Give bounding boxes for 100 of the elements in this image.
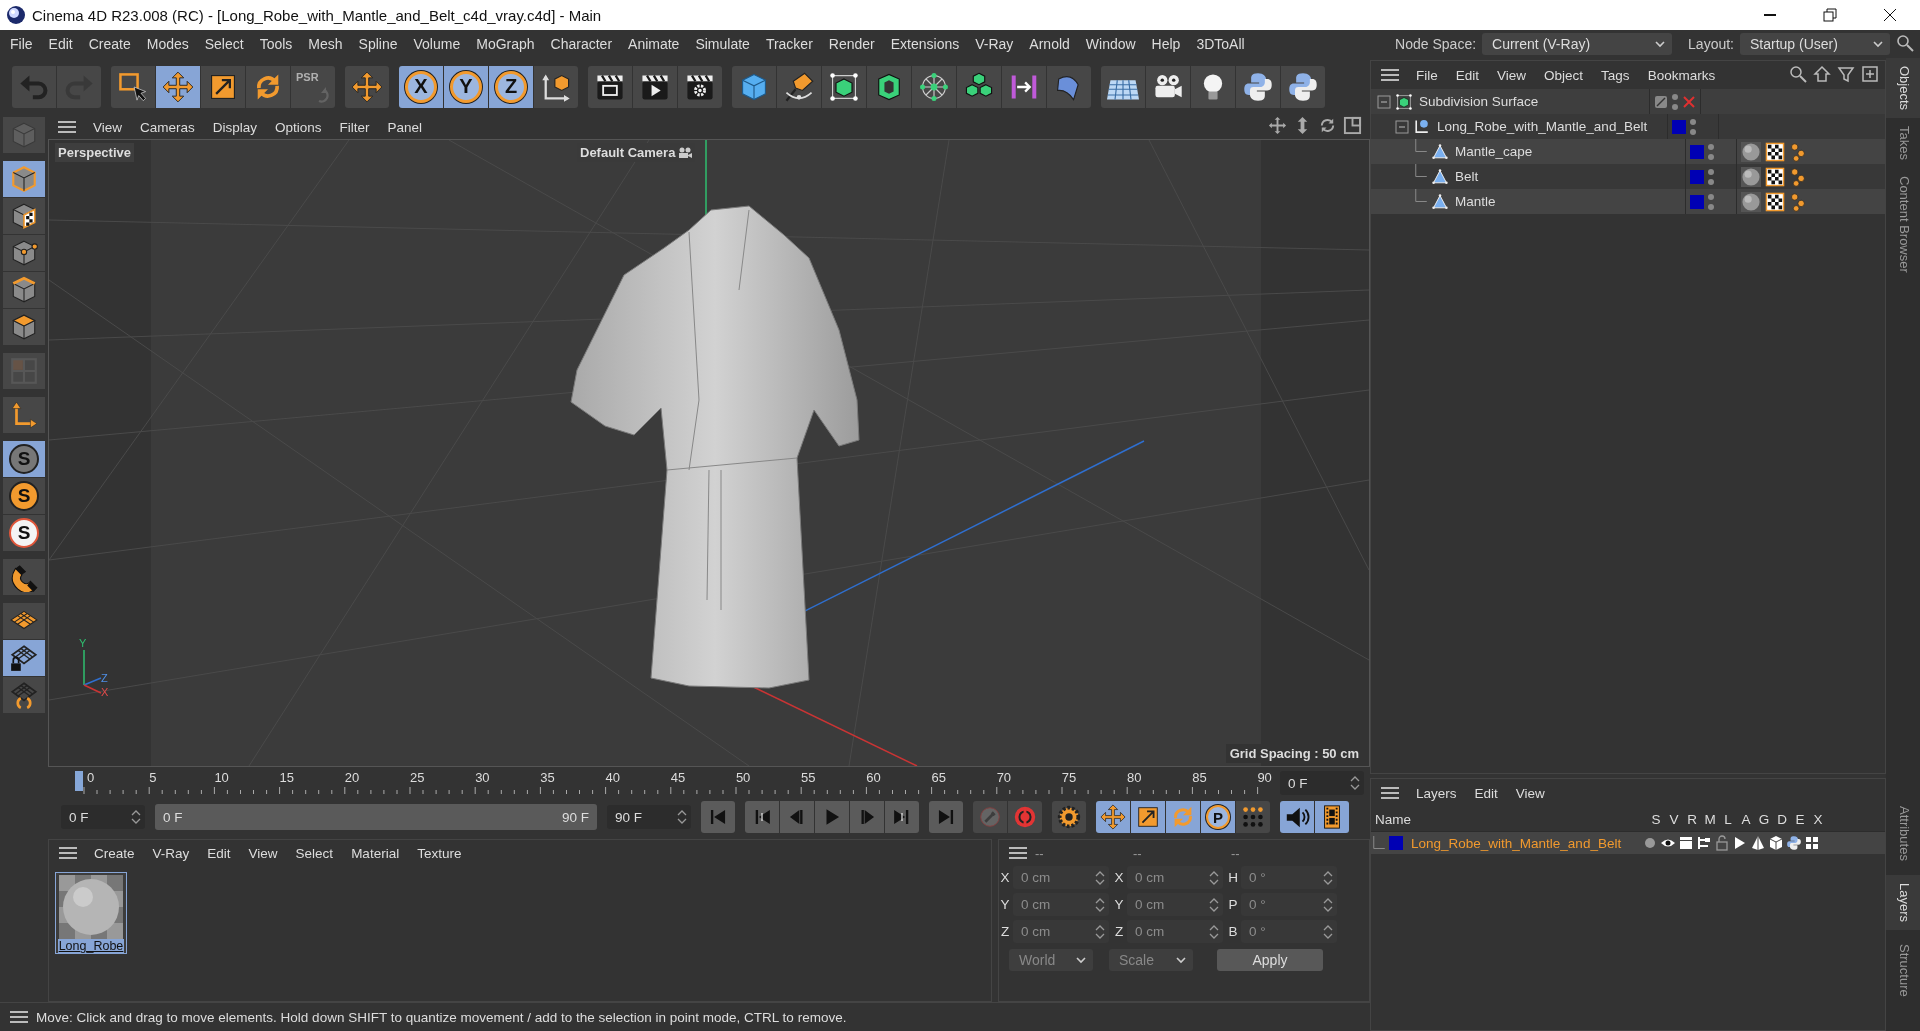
axis-button[interactable]: X [399, 65, 443, 108]
rotate-button[interactable] [1166, 801, 1200, 834]
menu-item[interactable]: Cameras [131, 119, 204, 135]
cube-icon[interactable] [1768, 835, 1784, 851]
workplane-button[interactable] [3, 603, 45, 640]
polygons-button[interactable] [3, 309, 45, 346]
coordinate-system-button[interactable] [534, 65, 578, 108]
axis-button[interactable]: Y [444, 65, 488, 108]
next-frame-button[interactable] [850, 801, 884, 834]
panel-tab[interactable]: Layers [1886, 874, 1920, 930]
menu-item[interactable]: Filter [330, 119, 379, 135]
number-field[interactable]: 0 F [1280, 771, 1364, 796]
go-end-button[interactable] [929, 801, 963, 834]
go-start-button[interactable] [701, 801, 735, 834]
number-field[interactable]: 0 cm [1127, 893, 1223, 917]
menu-item[interactable]: File [1407, 67, 1447, 83]
menu-button[interactable] [1379, 66, 1401, 84]
menu-item[interactable]: Spline [350, 32, 406, 56]
solo-button[interactable]: S [3, 441, 45, 478]
menu-item[interactable]: View [1506, 785, 1554, 801]
menu-item[interactable]: Create [80, 32, 139, 56]
move-button[interactable] [345, 65, 389, 108]
axis-button[interactable]: Z [489, 65, 533, 108]
autokey-button[interactable] [1008, 801, 1042, 834]
menu-item[interactable]: Tracker [757, 32, 821, 56]
menu-item[interactable]: Simulate [687, 32, 758, 56]
edges-button[interactable] [3, 272, 45, 309]
cubes-button[interactable] [957, 65, 1001, 108]
menu-item[interactable]: Modes [138, 32, 197, 56]
hierarchy-icon[interactable] [1696, 835, 1712, 851]
number-field[interactable]: 0 cm [1127, 866, 1223, 890]
prev-key-button[interactable] [745, 801, 779, 834]
tree-row[interactable]: Subdivision Surface [1371, 89, 1885, 114]
grid-lock-button[interactable] [3, 640, 45, 677]
menu-item[interactable]: Object [1535, 67, 1593, 83]
python-icon[interactable] [1786, 835, 1802, 851]
menu-item[interactable]: Animate [620, 32, 688, 56]
menu-item[interactable]: Render [820, 32, 883, 56]
rotate-button[interactable] [246, 65, 290, 108]
number-field[interactable]: 0 ° [1241, 920, 1337, 944]
frame-range-slider[interactable]: 0 F 90 F [155, 804, 597, 831]
menu-item[interactable]: Arnold [1021, 32, 1078, 56]
play-button[interactable] [815, 801, 849, 834]
number-field[interactable]: 0 cm [1013, 920, 1109, 944]
model-button[interactable] [3, 161, 45, 198]
collapse-toggle-icon[interactable] [1377, 94, 1391, 109]
tree-row[interactable]: Belt [1371, 164, 1885, 189]
deformer-button[interactable] [1047, 65, 1091, 108]
layer-color-swatch[interactable] [1690, 144, 1704, 159]
menu-item[interactable]: Options [266, 119, 331, 135]
film-button[interactable] [1315, 801, 1349, 834]
timeline-ruler[interactable]: 0 5 10 15 20 25 30 35 40 45 50 55 60 65 70 75 80 85 90 [48, 767, 1278, 800]
scale-button[interactable] [1131, 801, 1165, 834]
python-button[interactable] [1236, 65, 1280, 108]
menu-item[interactable]: View [84, 119, 132, 135]
layer-color-swatch[interactable] [1389, 836, 1403, 850]
next-key-button[interactable] [885, 801, 919, 834]
dropdown[interactable]: Startup (User) [1740, 33, 1890, 55]
xref-icon[interactable] [1804, 835, 1820, 851]
menu-button[interactable] [1379, 784, 1401, 802]
menu-item[interactable]: Edit [1465, 785, 1507, 801]
param-button[interactable]: P [1201, 801, 1235, 834]
menu-item[interactable]: Layers [1407, 785, 1466, 801]
camera-button[interactable] [1146, 65, 1190, 108]
floor-button[interactable] [1101, 65, 1145, 108]
menu-item[interactable]: Help [1143, 32, 1189, 56]
dot-icon[interactable] [1642, 835, 1658, 851]
texture-button[interactable] [3, 198, 45, 235]
playhead-marker[interactable] [75, 771, 83, 792]
menu-item[interactable]: V-Ray [967, 32, 1022, 56]
scale-button[interactable] [201, 65, 245, 108]
menu-item[interactable]: File [2, 32, 41, 56]
menu-item[interactable]: Select [286, 845, 343, 861]
solo-single-button[interactable]: S [3, 478, 45, 515]
collapse-toggle-icon[interactable] [1395, 119, 1409, 134]
menu-item[interactable]: Character [542, 32, 621, 56]
menu-item[interactable]: Mesh [300, 32, 351, 56]
apply-button[interactable]: Apply [1217, 949, 1323, 972]
menu-item[interactable]: Volume [405, 32, 469, 56]
menu-item[interactable]: V-Ray [143, 845, 199, 861]
grid-rotate-button[interactable] [3, 677, 45, 714]
layer-color-swatch[interactable] [1690, 169, 1704, 184]
menu-item[interactable]: View [1488, 67, 1536, 83]
render-button[interactable] [633, 65, 677, 108]
menu-item[interactable]: Bookmarks [1638, 67, 1725, 83]
python-button[interactable] [1281, 65, 1325, 108]
light-button[interactable] [1191, 65, 1235, 108]
solo-hierarchy-button[interactable]: S [3, 515, 45, 552]
menu-item[interactable]: Edit [198, 845, 240, 861]
points-button[interactable] [3, 235, 45, 272]
layer-color-swatch[interactable] [1690, 194, 1704, 209]
menu-item[interactable]: Select [196, 32, 252, 56]
pen-button[interactable] [777, 65, 821, 108]
menu-item[interactable]: Edit [40, 32, 81, 56]
number-field[interactable]: 0 F [61, 805, 145, 830]
dropdown[interactable]: Current (V-Ray) [1482, 33, 1673, 55]
tree-row[interactable]: Mantle [1371, 189, 1885, 214]
tree-row[interactable]: Mantle_cape [1371, 139, 1885, 164]
menu-item[interactable]: Edit [1446, 67, 1489, 83]
number-field[interactable]: 0 ° [1241, 866, 1337, 890]
